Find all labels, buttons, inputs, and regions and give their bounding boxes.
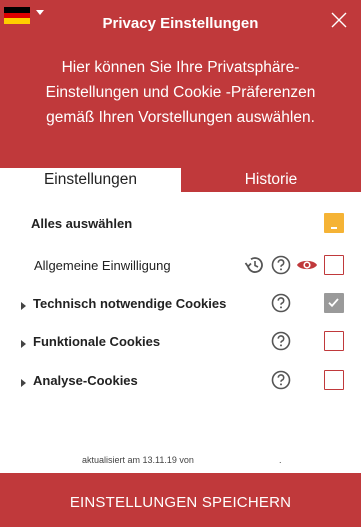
help-icon[interactable] <box>270 330 292 352</box>
select-all-row: Alles auswählen <box>0 207 361 243</box>
tab-einstellungen[interactable]: Einstellungen <box>0 168 181 194</box>
updated-text: aktualisiert am 13.11.19 von <box>82 455 194 465</box>
select-all-checkbox[interactable] <box>324 213 344 233</box>
expand-icon[interactable] <box>21 379 26 387</box>
consent-label-analytics: Analyse-Cookies <box>33 373 138 388</box>
dialog-title: Privacy Einstellungen <box>102 15 259 32</box>
consent-row-technical[interactable]: Technisch notwendige Cookies <box>0 287 361 323</box>
tab-historie[interactable]: Historie <box>181 168 361 194</box>
intro-line: gemäß Ihren Vorstellungen auswählen. <box>46 109 315 126</box>
technical-cookies-checkbox[interactable] <box>324 293 344 313</box>
consent-label-technical: Technisch notwendige Cookies <box>33 296 227 311</box>
help-icon[interactable] <box>270 369 292 391</box>
save-settings-button[interactable]: EINSTELLUNGEN SPEICHERN <box>0 473 361 527</box>
consent-row-general: Allgemeine Einwilligung <box>0 249 361 285</box>
intro-line: Hier können Sie Ihre Privatsphäre- <box>61 59 300 76</box>
privacy-header: Privacy Einstellungen Hier können Sie Ih… <box>0 0 361 192</box>
consent-row-analytics[interactable]: Analyse-Cookies <box>0 364 361 400</box>
expand-icon[interactable] <box>21 302 26 310</box>
close-icon[interactable] <box>330 11 348 29</box>
select-all-label: Alles auswählen <box>31 216 133 231</box>
tab-bar: Einstellungen Historie <box>0 168 361 194</box>
general-consent-checkbox[interactable] <box>324 255 344 275</box>
expand-icon[interactable] <box>21 340 26 348</box>
analytics-cookies-checkbox[interactable] <box>324 370 344 390</box>
consent-row-functional[interactable]: Funktionale Cookies <box>0 325 361 361</box>
functional-cookies-checkbox[interactable] <box>324 331 344 351</box>
eye-icon[interactable] <box>296 254 318 276</box>
consent-label-general: Allgemeine Einwilligung <box>34 258 171 273</box>
intro-text: Hier können Sie Ihre Privatsphäre- Einst… <box>30 55 331 130</box>
intro-line: Einstellungen und Cookie -Präferenzen <box>45 84 316 101</box>
help-icon[interactable] <box>270 292 292 314</box>
updated-trailing: . <box>279 455 282 465</box>
consent-label-functional: Funktionale Cookies <box>33 334 161 349</box>
help-icon[interactable] <box>270 254 292 276</box>
history-icon[interactable] <box>243 254 265 276</box>
